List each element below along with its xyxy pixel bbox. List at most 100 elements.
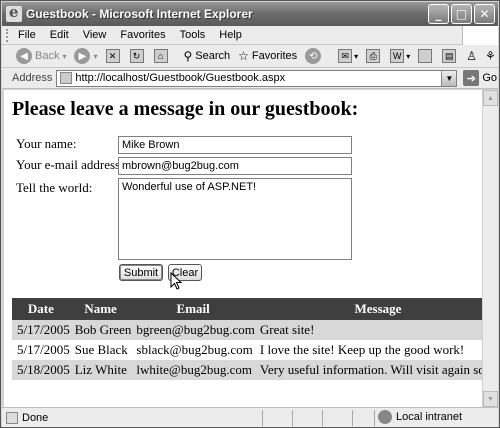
cell-email: sblack@bug2bug.com — [131, 340, 255, 360]
table-header-row: Date Name Email Message — [12, 298, 482, 320]
cell-name: Sue Black — [69, 340, 132, 360]
cell-message: I love the site! Keep up the good work! — [254, 340, 482, 360]
print-button[interactable]: ⎙ — [366, 49, 382, 63]
name-label: Your name: — [16, 136, 77, 151]
header-date: Date — [12, 298, 70, 320]
email-label: Your e-mail address: — [16, 157, 124, 172]
browser-window: Guestbook - Microsoft Internet Explorer … — [0, 0, 500, 428]
messenger-icon: ♙ — [466, 49, 477, 63]
discuss-button[interactable] — [418, 49, 434, 63]
edit-button[interactable]: W ▾ — [390, 49, 410, 63]
zone-text: Local intranet — [396, 411, 463, 423]
forward-button[interactable]: ▶ ▾ — [74, 48, 98, 64]
cell-date: 5/17/2005 — [12, 340, 70, 360]
email-input[interactable]: mbrown@bug2bug.com — [118, 157, 352, 175]
message-textarea[interactable]: Wonderful use of ASP.NET! — [118, 178, 352, 260]
windows-logo — [462, 26, 498, 45]
history-button[interactable]: ⟲ — [305, 48, 324, 64]
search-button[interactable]: ⚲ Search — [184, 49, 231, 63]
research-icon: ▤ — [442, 49, 457, 63]
ie-icon — [6, 3, 22, 22]
address-url[interactable]: http://localhost/Guestbook/Guestbook.asp… — [75, 72, 285, 84]
back-button[interactable]: ◀ Back ▾ — [16, 48, 66, 64]
cell-name: Liz White — [69, 360, 132, 380]
table-row: 5/17/2005 Bob Green bgreen@bug2bug.com G… — [12, 320, 482, 340]
maximize-button[interactable]: □ — [451, 4, 472, 24]
stop-button[interactable]: ✕ — [105, 49, 122, 63]
go-button[interactable]: ➔ Go — [463, 70, 497, 86]
menu-edit[interactable]: Edit — [50, 29, 69, 41]
research-button[interactable]: ▤ — [442, 49, 458, 63]
minimize-button[interactable]: _ — [428, 4, 449, 24]
refresh-icon: ↻ — [129, 49, 144, 63]
forward-dropdown-icon[interactable]: ▾ — [93, 52, 97, 61]
table-row: 5/17/2005 Sue Black sblack@bug2bug.com I… — [12, 340, 482, 360]
submit-button[interactable]: Submit — [119, 264, 163, 281]
header-email: Email — [131, 298, 255, 320]
go-arrow-icon: ➔ — [463, 70, 480, 86]
search-label: Search — [195, 50, 231, 62]
back-arrow-icon: ◀ — [16, 48, 32, 64]
vertical-scrollbar[interactable]: ▲ ▼ — [482, 90, 498, 407]
standard-toolbar: ◀ Back ▾ ▶ ▾ ✕ ↻ ⌂ ⚲ Search ☆ Favorites … — [2, 45, 498, 67]
message-label: Tell the world: — [16, 180, 93, 195]
security-zone: Local intranet — [378, 410, 462, 424]
mail-button[interactable]: ✉ ▾ — [338, 49, 358, 63]
title-bar: Guestbook - Microsoft Internet Explorer … — [2, 2, 498, 26]
guestbook-table: Date Name Email Message 5/17/2005 Bob Gr… — [12, 298, 482, 380]
refresh-button[interactable]: ↻ — [129, 49, 146, 63]
page-content: Please leave a message in our guestbook:… — [4, 90, 482, 407]
close-button[interactable]: ✕ — [474, 4, 495, 24]
link-icon: ⚘ — [484, 49, 496, 63]
address-label: Address — [12, 72, 53, 84]
edit-dropdown-icon[interactable]: ▾ — [406, 52, 410, 61]
cell-email: bgreen@bug2bug.com — [131, 320, 255, 340]
mouse-pointer-icon — [170, 272, 183, 290]
header-message: Message — [254, 298, 482, 320]
cell-message: Very useful information. Will visit agai… — [254, 360, 482, 380]
print-icon: ⎙ — [366, 49, 381, 63]
address-dropdown-icon[interactable]: ▼ — [441, 70, 457, 86]
status-bar: Done Local intranet — [2, 407, 498, 427]
history-icon: ⟲ — [305, 48, 322, 64]
cell-email: lwhite@bug2bug.com — [131, 360, 255, 380]
header-name: Name — [69, 298, 132, 320]
menu-tools[interactable]: Tools — [180, 29, 206, 41]
menu-file[interactable]: File — [18, 29, 36, 41]
window-title: Guestbook - Microsoft Internet Explorer — [26, 7, 253, 21]
cell-date: 5/17/2005 — [12, 320, 70, 340]
stop-icon: ✕ — [105, 49, 120, 63]
menu-help[interactable]: Help — [219, 29, 242, 41]
scroll-up-icon[interactable]: ▲ — [483, 90, 498, 106]
messenger-button[interactable]: ♙ — [466, 49, 477, 63]
cell-name: Bob Green — [69, 320, 132, 340]
favorites-label: Favorites — [251, 50, 298, 62]
page-icon — [60, 72, 73, 84]
name-input[interactable]: Mike Brown — [118, 136, 352, 154]
mail-icon: ✉ — [338, 49, 353, 63]
page-done-icon — [6, 411, 18, 424]
back-label: Back — [35, 50, 60, 62]
mail-dropdown-icon[interactable]: ▾ — [354, 52, 358, 61]
home-icon: ⌂ — [153, 49, 168, 63]
star-icon: ☆ — [238, 49, 249, 63]
menu-view[interactable]: View — [83, 29, 107, 41]
page-heading: Please leave a message in our guestbook: — [12, 98, 359, 120]
address-input[interactable]: http://localhost/Guestbook/Guestbook.asp… — [56, 69, 458, 87]
cell-message: Great site! — [254, 320, 482, 340]
menu-bar: File Edit View Favorites Tools Help — [2, 26, 498, 45]
intranet-icon — [378, 410, 392, 424]
home-button[interactable]: ⌂ — [153, 49, 170, 63]
forward-arrow-icon: ▶ — [74, 48, 91, 64]
word-icon: W — [390, 49, 405, 63]
address-bar: Address http://localhost/Guestbook/Guest… — [2, 67, 498, 89]
table-row: 5/18/2005 Liz White lwhite@bug2bug.com V… — [12, 360, 482, 380]
scroll-down-icon[interactable]: ▼ — [483, 391, 498, 407]
back-dropdown-icon[interactable]: ▾ — [62, 52, 66, 61]
favorites-button[interactable]: ☆ Favorites — [238, 49, 297, 63]
bluetooth-button[interactable]: ⚘ — [485, 49, 496, 63]
discuss-icon — [418, 49, 433, 63]
menu-favorites[interactable]: Favorites — [120, 29, 165, 41]
search-icon: ⚲ — [183, 49, 193, 63]
cell-date: 5/18/2005 — [12, 360, 70, 380]
